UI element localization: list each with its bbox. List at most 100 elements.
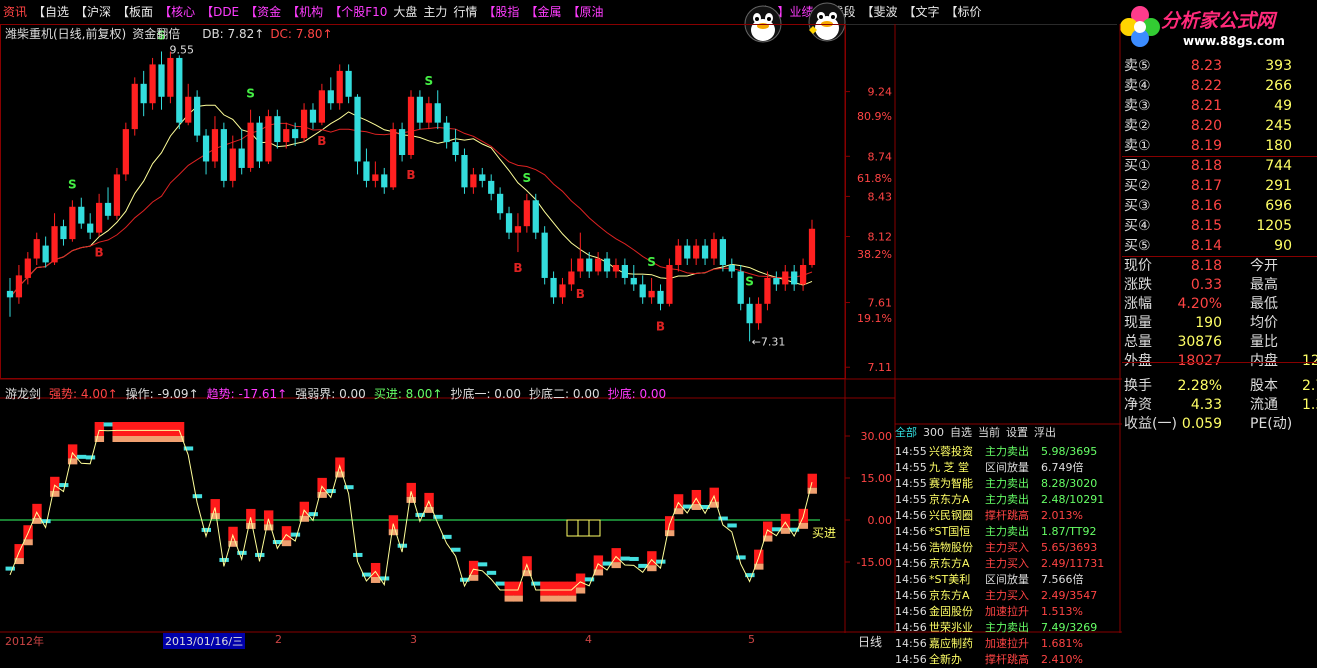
buy-row: 买③ 8.16 696 xyxy=(1122,196,1317,216)
ticker-row[interactable]: 14:55 京东方A 主力卖出 2.48/10291 xyxy=(895,492,1122,508)
ticker-value: 5.98/3695 xyxy=(1041,445,1098,458)
oscillator-bar xyxy=(709,487,719,502)
ticker-tab[interactable]: 自选 xyxy=(950,426,972,439)
radar-ticker[interactable]: 全部 300 自选 当前 设置 浮出 14:55 兴蓉投资 主力卖出 5.98/3695 14:5… xyxy=(895,424,1122,666)
menu-item[interactable]: 【金属 xyxy=(522,2,564,22)
signal-marker: S xyxy=(745,274,754,288)
ticker-row[interactable]: 14:56 京东方A 主力买入 2.49/11731 xyxy=(895,556,1122,572)
candle-body xyxy=(550,277,557,298)
candle-body xyxy=(274,116,281,143)
menu-item[interactable]: 【原油 xyxy=(564,2,606,22)
candle-body xyxy=(229,148,236,181)
order-volume: 744 xyxy=(1265,158,1292,174)
candle-body xyxy=(176,57,183,123)
order-label: 卖② xyxy=(1124,118,1151,134)
ticker-tabs[interactable]: 全部 300 自选 当前 设置 浮出 xyxy=(895,424,1062,442)
ticker-row[interactable]: 14:56 嘉应制药 加速拉升 1.681% xyxy=(895,636,1122,652)
order-volume: 696 xyxy=(1265,198,1292,214)
oscillator-bar xyxy=(103,422,113,427)
menu-item[interactable]: 【个股F10 xyxy=(326,2,390,22)
candle-body xyxy=(452,142,459,155)
ticker-row[interactable]: 14:56 世荣兆业 主力卖出 7.49/3269 xyxy=(895,620,1122,636)
signal-marker: S xyxy=(523,171,532,185)
ticker-time: 14:56 xyxy=(895,589,927,602)
ticker-row[interactable]: 14:56 全新办 撑杆跳高 2.410% xyxy=(895,652,1122,668)
candle-body xyxy=(612,265,620,272)
ticker-row[interactable]: 14:55 九 芝 堂 区间放量 6.749倍 xyxy=(895,460,1122,476)
order-label: 卖③ xyxy=(1124,98,1151,114)
ticker-row[interactable]: 14:56 *ST国恒 主力卖出 1.87/TT92 xyxy=(895,524,1122,540)
candle-body xyxy=(211,129,219,162)
price-axis-label: 7.61 xyxy=(868,297,893,310)
ticker-tab[interactable]: 浮出 xyxy=(1034,426,1056,439)
order-volume: 245 xyxy=(1265,118,1292,134)
ticker-tab[interactable]: 300 xyxy=(923,426,944,439)
stat-row: 总量 30876 量比 xyxy=(1122,332,1317,352)
price-axis-label: 61.8% xyxy=(857,172,892,185)
oscillator-bar xyxy=(165,422,176,436)
menu-item[interactable]: 【股指 xyxy=(480,2,522,22)
ticker-row[interactable]: 14:56 浩物股份 主力买入 5.65/3693 xyxy=(895,540,1122,556)
date-label: 4 xyxy=(585,633,592,646)
stat-label: 现量 xyxy=(1124,315,1152,331)
oscillator-bar xyxy=(32,503,42,518)
oscillator-bar xyxy=(691,489,702,504)
ticker-time: 14:56 xyxy=(895,637,927,650)
menu-item[interactable]: 【资金 xyxy=(242,2,284,22)
candle-body xyxy=(675,245,682,265)
menu-item[interactable]: 【核心 xyxy=(156,2,198,22)
ticker-action: 撑杆跳高 xyxy=(985,509,1029,522)
ticker-row[interactable]: 14:55 兴蓉投资 主力卖出 5.98/3695 xyxy=(895,444,1122,460)
stat-row: 涨跌 0.33 最高 xyxy=(1122,275,1317,295)
menu-item[interactable]: 主力 xyxy=(420,2,450,22)
ticker-value: 1.681% xyxy=(1041,637,1083,650)
ticker-row[interactable]: 14:55 赛为智能 主力卖出 8.28/3020 xyxy=(895,476,1122,492)
menu-item[interactable]: 行情 xyxy=(450,2,480,22)
oscillator-shadow xyxy=(540,595,550,602)
oscillator-bar xyxy=(85,455,96,460)
oscillator-shadow xyxy=(50,490,60,497)
menu-item[interactable]: 【标价 xyxy=(943,2,985,22)
menu-item[interactable]: 【板面 xyxy=(114,2,156,22)
oscillator-bar xyxy=(549,581,559,596)
order-volume: 1205 xyxy=(1256,218,1292,234)
menu-item[interactable]: 资讯 xyxy=(0,2,30,22)
stat-label: 股本 xyxy=(1250,378,1278,394)
price-axis-label: 19.1% xyxy=(857,312,892,325)
legend-item: 抄底一: 0.00 xyxy=(450,387,522,401)
menu-item[interactable]: 【斐波 xyxy=(859,2,901,22)
chart-title: 潍柴重机(日线,前复权) 资金翻倍 DB: 7.82↑ DC: 7.80↑ xyxy=(5,25,339,42)
menu-item[interactable]: 【文字 xyxy=(901,2,943,22)
stat-label: 涨幅 xyxy=(1124,296,1152,312)
ticker-row[interactable]: 14:56 京东方A 主力买入 2.49/3547 xyxy=(895,588,1122,604)
menu-item[interactable]: 【DDE xyxy=(198,2,242,22)
price-axis-label: 38.2% xyxy=(857,248,892,261)
period-label[interactable]: 日线 xyxy=(858,633,882,650)
menu-item[interactable]: 大盘 xyxy=(390,2,420,22)
oscillator-shadow xyxy=(67,458,78,465)
ticker-tab[interactable]: 全部 xyxy=(895,426,917,439)
order-price: 8.21 xyxy=(1190,98,1222,114)
ticker-row[interactable]: 14:56 *ST美利 区间放量 7.566倍 xyxy=(895,572,1122,588)
ticker-stock: 浩物股份 xyxy=(929,541,973,554)
oscillator-bar xyxy=(558,581,568,596)
ticker-row[interactable]: 14:56 兴民钢圈 撑杆跳高 2.013% xyxy=(895,508,1122,524)
price-axis-label: 80.9% xyxy=(857,110,892,123)
menu-item[interactable]: 【自选 xyxy=(30,2,72,22)
oscillator-bar xyxy=(130,422,140,436)
legend-item: 趋势: -17.61↑ xyxy=(206,387,288,401)
order-volume: 49 xyxy=(1274,98,1292,114)
stat-label: 涨跌 xyxy=(1124,277,1152,293)
ticker-tab[interactable]: 设置 xyxy=(1006,426,1028,439)
menu-item[interactable]: 【沪深 xyxy=(72,2,114,22)
candle-body xyxy=(87,223,94,233)
ticker-tab[interactable]: 当前 xyxy=(978,426,1000,439)
ticker-time: 14:56 xyxy=(895,605,927,618)
lower-axis-label: 30.00 xyxy=(861,430,893,443)
menu-item[interactable]: 【机构 xyxy=(284,2,326,22)
oscillator-bar xyxy=(468,560,479,575)
candle-body xyxy=(300,109,308,139)
ticker-time: 14:56 xyxy=(895,525,927,538)
oscillator-bar xyxy=(656,559,666,564)
ticker-row[interactable]: 14:56 金固股份 加速拉升 1.513% xyxy=(895,604,1122,620)
